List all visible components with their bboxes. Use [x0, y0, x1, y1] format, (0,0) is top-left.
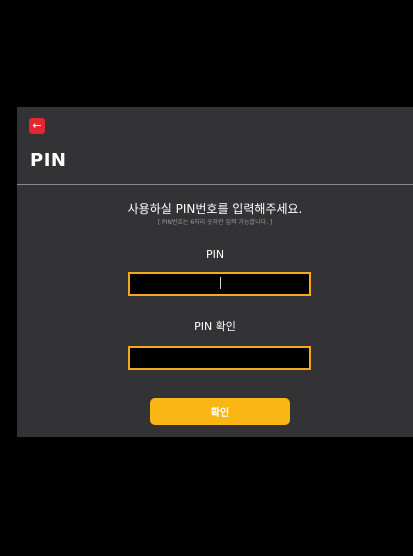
app-screen: ← PIN 사용하실 PIN번호를 입력해주세요. [ PIN번호는 6자리 숫…	[0, 0, 413, 556]
divider	[17, 184, 413, 185]
page-title: PIN	[30, 150, 67, 171]
instruction-subtext: [ PIN번호는 6자리 숫자만 입력 가능합니다. ]	[157, 219, 273, 226]
instruction-text: 사용하실 PIN번호를 입력해주세요.	[127, 202, 303, 216]
pin-confirm-input[interactable]	[128, 346, 311, 370]
back-button[interactable]: ←	[29, 118, 45, 134]
arrow-left-icon: ←	[32, 119, 42, 132]
pin-panel: ← PIN 사용하실 PIN번호를 입력해주세요. [ PIN번호는 6자리 숫…	[17, 107, 413, 437]
pin-label: PIN	[205, 248, 225, 261]
confirm-button[interactable]: 확인	[150, 398, 290, 425]
pin-confirm-label: PIN 확인	[194, 320, 236, 333]
left-strip	[0, 0, 17, 556]
text-caret	[220, 277, 221, 289]
